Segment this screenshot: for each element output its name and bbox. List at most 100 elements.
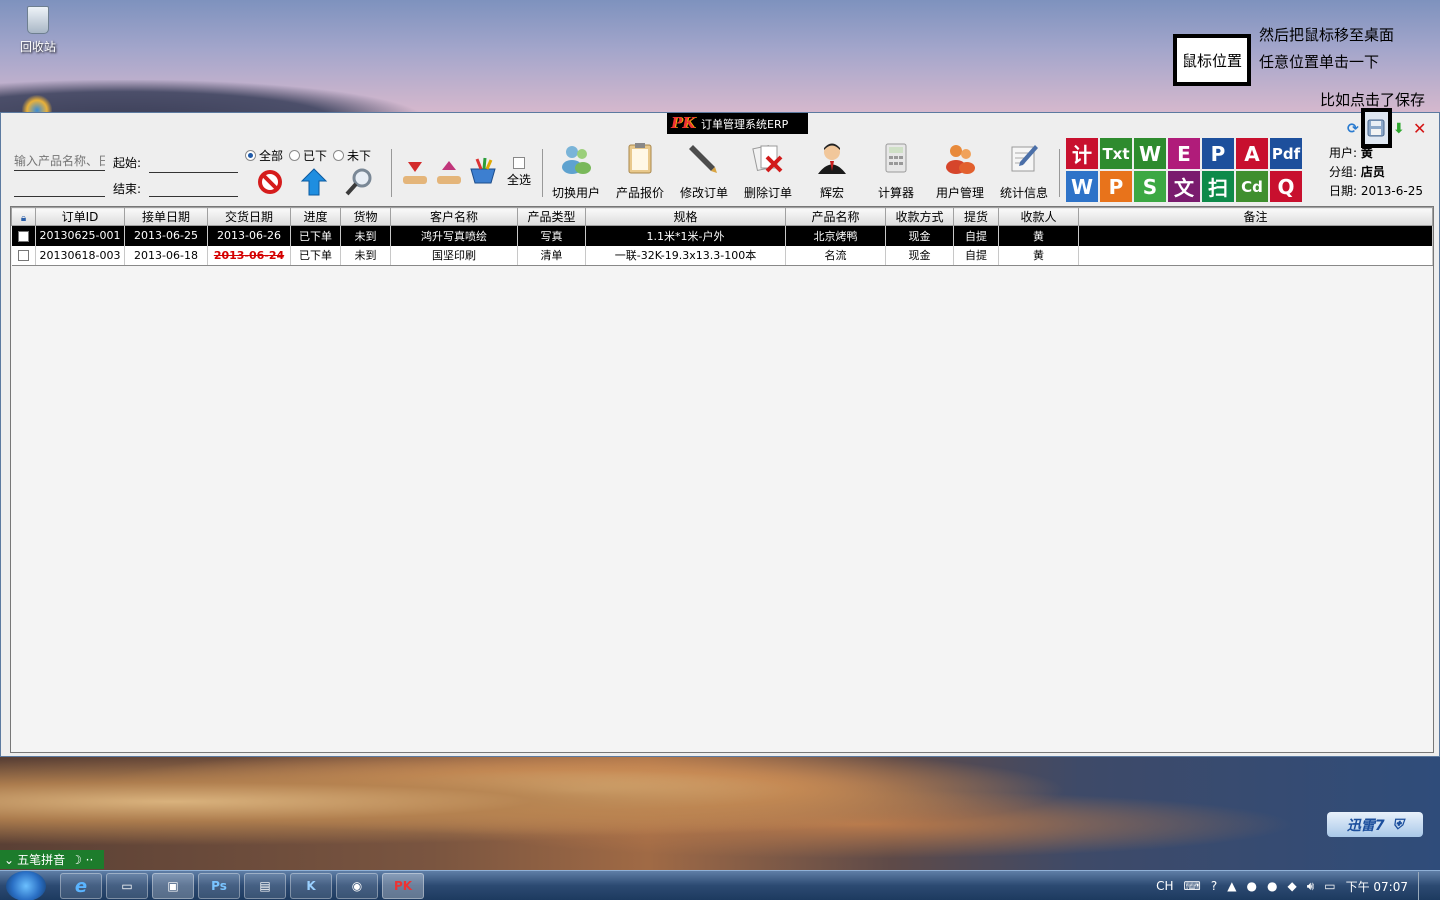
table-row[interactable]: 20130618-003 2013-06-18 2013-06-24 已下单 未… — [11, 245, 1433, 266]
taskbar-ie-icon[interactable]: e — [60, 873, 102, 899]
tile-excel-icon[interactable]: E — [1168, 138, 1200, 169]
column-header[interactable]: 客户名称 — [390, 207, 518, 226]
column-header[interactable]: 收款人 — [998, 207, 1079, 226]
tray-expand-icon[interactable]: ▲ — [1227, 879, 1236, 893]
tile-txt-icon[interactable]: Txt — [1100, 138, 1132, 169]
network-icon[interactable]: ▭ — [1324, 879, 1335, 893]
calculator-button[interactable]: 计算器 — [864, 141, 928, 201]
save-button[interactable] — [1361, 108, 1392, 148]
recycle-bin-icon[interactable]: 回收站 — [14, 6, 62, 55]
help-icon[interactable]: ? — [1211, 879, 1217, 893]
qq-icon[interactable]: ● — [1246, 879, 1256, 893]
column-header[interactable]: 交货日期 — [207, 207, 291, 226]
ime-status-bar[interactable]: ⌄ 五笔拼音 ☽ ·· — [0, 850, 104, 869]
user-label: 用户: — [1329, 146, 1358, 160]
tray-app-icon[interactable]: ◆ — [1287, 879, 1296, 893]
keyboard-icon[interactable]: ⌨ — [1184, 879, 1201, 893]
taskbar-k-icon[interactable]: K — [290, 873, 332, 899]
end-date-input[interactable] — [149, 177, 238, 197]
tile-wps-sheet-icon[interactable]: S — [1134, 171, 1166, 202]
start-button[interactable] — [6, 871, 46, 900]
shield-icon: ⛨ — [1392, 816, 1404, 833]
product-quote-button[interactable]: 产品报价 — [608, 141, 672, 201]
floppy-save-icon — [1367, 119, 1385, 137]
edit-order-label: 修改订单 — [679, 186, 728, 200]
import-button[interactable] — [399, 157, 431, 189]
filter-placed-radio[interactable]: 已下 — [289, 147, 327, 164]
language-indicator[interactable]: CH — [1156, 879, 1173, 893]
tile-text-icon[interactable]: 文 — [1168, 171, 1200, 202]
product-search-input[interactable] — [14, 151, 105, 171]
tile-photoshop-icon[interactable]: P — [1202, 138, 1234, 169]
taskbar-browser-icon[interactable]: ◉ — [336, 873, 378, 899]
select-all-checkbox[interactable]: 全选 — [507, 157, 531, 188]
export-button[interactable] — [433, 157, 465, 189]
tile-qq-icon[interactable]: Q — [1270, 171, 1302, 202]
column-header[interactable]: 备注 — [1078, 207, 1433, 226]
row-checkbox[interactable] — [11, 245, 36, 266]
window-title: 订单管理系统ERP — [701, 117, 789, 131]
xunlei-floating-widget[interactable]: 迅雷7 ⛨ — [1327, 812, 1423, 837]
column-header[interactable]: 产品名称 — [785, 207, 886, 226]
tile-pdf-icon[interactable]: Pdf — [1270, 138, 1302, 169]
clear-button[interactable] — [254, 166, 286, 198]
window-title-bar[interactable]: PK 订单管理系统ERP — [667, 113, 808, 134]
radio-dot-icon — [333, 150, 345, 161]
product-search-input-2[interactable] — [14, 177, 105, 197]
column-header[interactable]: 产品类型 — [517, 207, 586, 226]
tile-illustrator-icon[interactable]: A — [1236, 138, 1268, 169]
taskbar-app-icon[interactable]: ▣ — [152, 873, 194, 899]
search-button[interactable] — [343, 166, 375, 198]
radio-dot-icon — [289, 150, 301, 161]
arrow-up-icon — [300, 168, 328, 196]
delete-order-button[interactable]: 删除订单 — [736, 141, 800, 201]
user-management-button[interactable]: 用户管理 — [928, 141, 992, 201]
filter-not-placed-radio[interactable]: 未下 — [333, 147, 371, 164]
tile-coreldraw-icon[interactable]: Cd — [1236, 171, 1268, 202]
download-icon[interactable]: ⬇ — [1393, 121, 1405, 137]
cell-order-id: 20130625-001 — [35, 225, 125, 246]
qq-icon-2[interactable]: ● — [1267, 879, 1277, 893]
statistics-button[interactable]: 统计信息 — [992, 141, 1056, 201]
filter-all-radio[interactable]: 全部 — [245, 147, 283, 164]
taskbar-pk-erp-icon[interactable]: PK — [382, 873, 424, 899]
xunlei-label: 迅雷7 — [1346, 817, 1385, 834]
cell-progress: 已下单 — [290, 225, 341, 246]
tile-wps-presentation-icon[interactable]: P — [1100, 171, 1132, 202]
desktop-shortcut-icon[interactable] — [22, 94, 52, 112]
group-value: 店员 — [1360, 165, 1385, 179]
tile-wps-writer-icon[interactable]: W — [1066, 171, 1098, 202]
annotation-line-2: 任意位置单击一下 — [1259, 53, 1380, 71]
volume-icon[interactable]: 🔊︎ — [1307, 879, 1315, 894]
mouse-position-annotation: 鼠标位置 — [1173, 34, 1251, 86]
taskbar-explorer-icon[interactable]: ▭ — [106, 873, 148, 899]
tile-calc-icon[interactable]: 计 — [1066, 138, 1098, 169]
column-header[interactable]: 进度 — [290, 207, 341, 226]
cell-progress: 已下单 — [290, 245, 341, 266]
show-desktop-button[interactable] — [1418, 872, 1428, 900]
clock[interactable]: 下午 07:07 — [1346, 878, 1408, 895]
orders-grid: 🔒︎ 订单ID 接单日期 交货日期 进度 货物 客户名称 产品类型 规格 产品名… — [10, 206, 1434, 753]
lock-column-header[interactable]: 🔒︎ — [11, 207, 36, 226]
taskbar-photoshop-icon[interactable]: Ps — [198, 873, 240, 899]
column-header[interactable]: 规格 — [585, 207, 786, 226]
taskbar-media-icon[interactable]: ▤ — [244, 873, 286, 899]
tile-scan-icon[interactable]: 扫 — [1202, 171, 1234, 202]
edit-order-button[interactable]: 修改订单 — [672, 141, 736, 201]
table-row[interactable]: 20130625-001 2013-06-25 2013-06-26 已下单 未… — [11, 225, 1433, 246]
refresh-icon[interactable]: ⟳ — [1347, 121, 1359, 137]
close-icon[interactable]: ✕ — [1413, 119, 1426, 138]
column-header[interactable]: 接单日期 — [124, 207, 208, 226]
upload-button[interactable] — [298, 166, 330, 198]
row-checkbox[interactable] — [11, 225, 36, 246]
tile-word-icon[interactable]: W — [1134, 138, 1166, 169]
hui-hong-button[interactable]: 辉宏 — [800, 141, 864, 201]
switch-user-button[interactable]: 切换用户 — [544, 141, 608, 201]
start-date-input[interactable] — [149, 153, 238, 173]
date-label: 日期: — [1329, 184, 1358, 198]
basket-button[interactable] — [467, 155, 499, 187]
column-header[interactable]: 订单ID — [35, 207, 125, 226]
column-header[interactable]: 收款方式 — [885, 207, 954, 226]
column-header[interactable]: 提货 — [953, 207, 999, 226]
column-header[interactable]: 货物 — [340, 207, 391, 226]
